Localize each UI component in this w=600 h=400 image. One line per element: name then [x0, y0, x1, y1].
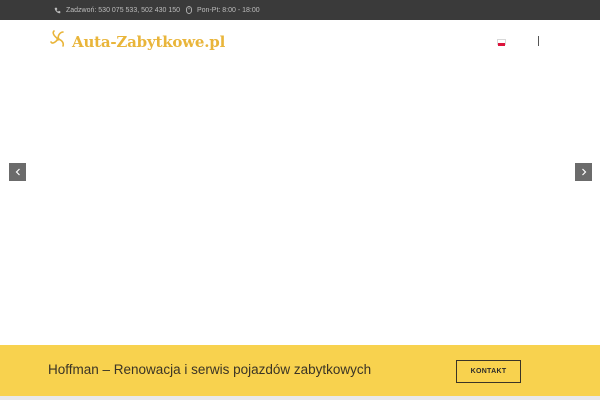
hours-info: Pon-Pt: 8:00 - 18:00 — [186, 0, 260, 20]
logo-text: Auta-Zabytkowe.pl — [72, 32, 226, 51]
phone-info: Zadzwoń: 530 075 533, 502 430 150 — [54, 0, 180, 20]
chevron-right-icon — [581, 163, 587, 181]
cta-banner: Hoffman – Renowacja i serwis pojazdów za… — [0, 345, 600, 396]
hero-slider — [0, 62, 600, 345]
top-info-bar: Zadzwoń: 530 075 533, 502 430 150 Pon-Pt… — [0, 0, 600, 20]
slider-prev-button[interactable] — [9, 163, 26, 181]
site-logo[interactable]: Auta-Zabytkowe.pl — [49, 29, 225, 54]
hours-text: Pon-Pt: 8:00 - 18:00 — [197, 6, 260, 14]
phone-text: Zadzwoń: 530 075 533, 502 430 150 — [66, 6, 181, 14]
site-header: Auta-Zabytkowe.pl — [0, 20, 600, 62]
flower-logo-icon — [49, 29, 67, 54]
phone-icon — [54, 7, 61, 14]
chevron-left-icon — [15, 163, 21, 181]
contact-button[interactable]: KONTAKT — [456, 360, 521, 383]
flag-pl-icon[interactable] — [497, 39, 506, 46]
header-divider — [538, 36, 539, 46]
slider-next-button[interactable] — [575, 163, 592, 181]
cta-text: Hoffman – Renowacja i serwis pojazdów za… — [48, 362, 372, 377]
footer-strip — [0, 396, 600, 400]
mouse-icon — [186, 6, 192, 14]
